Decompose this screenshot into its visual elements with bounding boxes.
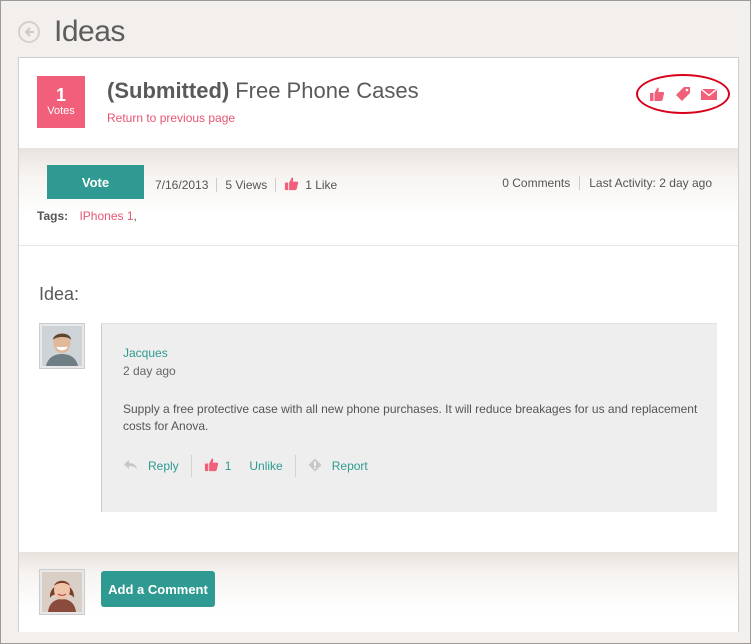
page-header: Ideas	[18, 15, 125, 49]
like-count: 1 Like	[305, 178, 338, 192]
post-date: 7/16/2013	[155, 178, 209, 192]
last-activity: Last Activity: 2 day ago	[589, 176, 712, 190]
divider	[579, 176, 581, 190]
idea-activity: 0 Comments Last Activity: 2 day ago	[502, 176, 712, 190]
vote-label: Votes	[47, 105, 75, 117]
post-actions: Reply 1 Unlike Report	[123, 455, 368, 477]
unlike-button[interactable]: Unlike	[249, 459, 282, 473]
idea-section-title: Idea:	[39, 284, 80, 304]
back-arrow-icon[interactable]	[18, 21, 40, 43]
reply-button[interactable]: Reply	[123, 459, 179, 474]
idea-heading: (Submitted) Free Phone Cases	[107, 78, 419, 104]
comment-footer: Add a Comment	[19, 552, 738, 632]
report-icon	[308, 458, 322, 475]
like-icon	[204, 457, 219, 475]
report-button[interactable]: Report	[308, 458, 368, 475]
return-link[interactable]: Return to previous page	[107, 111, 235, 125]
divider	[216, 178, 218, 192]
idea-title: Free Phone Cases	[235, 78, 419, 103]
add-comment-button[interactable]: Add a Comment	[101, 571, 215, 607]
divider	[294, 455, 296, 477]
idea-status: (Submitted)	[107, 78, 230, 103]
action-icons-highlight	[636, 74, 730, 114]
thumbs-up-icon[interactable]	[648, 85, 666, 103]
envelope-icon[interactable]	[700, 85, 718, 103]
reply-icon	[123, 459, 138, 474]
comment-count: 0 Comments	[502, 176, 571, 190]
vote-count-badge: 1 Votes	[37, 76, 85, 128]
vote-count: 1	[55, 85, 66, 105]
tag-link[interactable]: IPhones 1	[79, 209, 133, 223]
tag-separator: ,	[133, 209, 137, 223]
like-icon	[284, 176, 299, 194]
page-title: Ideas	[54, 15, 125, 48]
divider	[275, 178, 277, 192]
post-body: Supply a free protective case with all n…	[123, 402, 698, 433]
post-date: 2 day ago	[123, 364, 176, 378]
report-label: Report	[331, 459, 368, 473]
idea-post: Jacques 2 day ago Supply a free protecti…	[101, 323, 717, 512]
idea-meta: 7/16/2013 5 Views 1 Like	[155, 176, 337, 194]
view-count: 5 Views	[225, 178, 268, 192]
divider	[190, 455, 192, 477]
avatar	[39, 569, 85, 615]
post-like-count: 1	[224, 459, 232, 473]
idea-info-bar: Vote 7/16/2013 5 Views 1 Like 0 Comments…	[19, 148, 738, 246]
reply-label: Reply	[148, 459, 179, 473]
author-name[interactable]: Jacques	[123, 346, 168, 360]
avatar	[39, 323, 85, 369]
tags-label: Tags:	[37, 209, 69, 223]
vote-button[interactable]: Vote	[47, 165, 144, 199]
tag-icon[interactable]	[674, 85, 692, 103]
idea-card: 1 Votes (Submitted) Free Phone Cases Retu…	[18, 57, 739, 632]
idea-header: 1 Votes (Submitted) Free Phone Cases Retu…	[19, 58, 738, 148]
tags-row: Tags: IPhones 1,	[37, 209, 137, 223]
